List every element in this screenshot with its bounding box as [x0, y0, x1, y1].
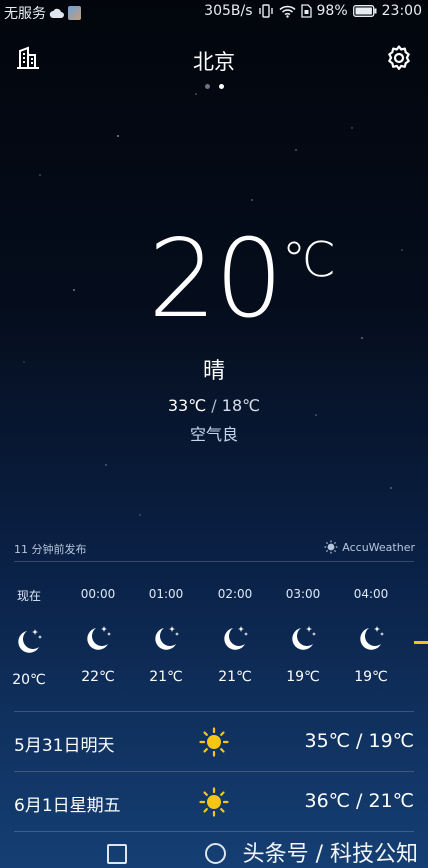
moon-stars-icon [18, 629, 42, 653]
page-indicator[interactable] [0, 84, 428, 89]
hourly-item: 00:00 22℃ [70, 575, 126, 685]
hour-temp: 19℃ [286, 669, 320, 685]
hour-temp: 21℃ [149, 669, 183, 685]
temperature-value: 20 [148, 217, 283, 342]
hour-label: 02:00 [217, 587, 253, 601]
provider-name: AccuWeather [342, 540, 415, 554]
wifi-icon [278, 5, 296, 18]
temperature-unit: ℃ [282, 232, 336, 288]
air-quality[interactable]: 空气良 [0, 421, 428, 445]
daily-forecast-row[interactable]: 6月1日星期五 36℃ / 21℃ [0, 773, 428, 831]
settings-button[interactable] [384, 43, 414, 73]
hour-label: 00:00 [80, 587, 116, 601]
low-temperature: 18℃ [221, 396, 261, 415]
temperature-range: 33℃ / 18℃ [0, 396, 428, 415]
moon-stars-icon [155, 626, 179, 650]
hour-label: 03:00 [285, 587, 321, 601]
forecast-temps: 36℃ / 21℃ [304, 790, 414, 812]
divider [14, 831, 414, 832]
hour-label: 现在 [16, 589, 41, 603]
hourly-item: 01:00 21℃ [138, 575, 194, 685]
moon-stars-icon [87, 626, 111, 650]
watermark: 头条号 / 科技公知 [243, 836, 418, 868]
cloud-icon [49, 8, 64, 18]
hourly-item: 04:00 19℃ [343, 575, 399, 685]
publish-time: 11 分钟前发布 [14, 543, 87, 556]
forecast-temps: 35℃ / 19℃ [304, 730, 414, 752]
hour-label: 01:00 [148, 587, 184, 601]
divider [14, 561, 414, 562]
moon-stars-icon [224, 626, 248, 650]
current-temperature: 20 ℃ [0, 220, 428, 340]
hour-temp: 20℃ [12, 672, 46, 688]
hourly-item: 02:00 21℃ [207, 575, 263, 685]
hourly-item: 现在 20℃ [1, 575, 57, 688]
moon-stars-icon [292, 626, 316, 650]
forecast-date: 5月31日明天 [14, 736, 115, 756]
watermark-text: 头条号 / 科技公知 [242, 842, 418, 867]
divider [14, 771, 414, 772]
clock-time: 23:00 [381, 3, 422, 19]
battery-percent: 98% [316, 3, 348, 19]
recent-apps-button[interactable] [107, 844, 127, 864]
range-separator: / [211, 396, 217, 415]
moon-stars-icon [360, 626, 384, 650]
hour-temp: 22℃ [81, 669, 115, 685]
vibrate-icon [258, 4, 273, 18]
hourly-item: 03:00 19℃ [275, 575, 331, 685]
sun-icon [199, 727, 229, 757]
sim-card-icon [300, 4, 312, 18]
battery-icon [352, 5, 377, 17]
high-temperature: 33℃ [167, 396, 207, 415]
accuweather-link[interactable]: AccuWeather [324, 540, 415, 554]
accuweather-sun-icon [324, 540, 338, 554]
hourly-item-partial [414, 575, 428, 644]
page-dot-active[interactable] [218, 84, 224, 89]
daily-forecast-row[interactable]: 5月31日明天 35℃ / 19℃ [0, 713, 428, 771]
top-bar: 北京 [0, 40, 428, 76]
notification-thumbnail-icon [68, 6, 81, 20]
city-title[interactable]: 北京 [0, 46, 428, 76]
network-speed: 305B/s [204, 3, 253, 19]
gear-icon [388, 45, 410, 70]
weather-condition: 晴 [202, 359, 225, 384]
page-dot-inactive[interactable] [204, 84, 210, 89]
sun-partial-icon [414, 641, 428, 644]
hour-temp: 19℃ [354, 669, 388, 685]
hour-temp: 21℃ [218, 669, 252, 685]
hour-label: 04:00 [353, 587, 389, 601]
divider [14, 711, 414, 712]
home-button[interactable] [205, 843, 226, 864]
hourly-forecast[interactable]: 现在 20℃ 00:00 22℃ 01:00 21℃ 02:00 21℃ 03:… [0, 575, 428, 695]
forecast-date: 6月1日星期五 [14, 796, 121, 816]
carrier-text: 无服务 [4, 6, 46, 22]
status-bar: 无服务 305B/s 98% 23:00 [0, 0, 428, 24]
sun-icon [199, 787, 229, 817]
